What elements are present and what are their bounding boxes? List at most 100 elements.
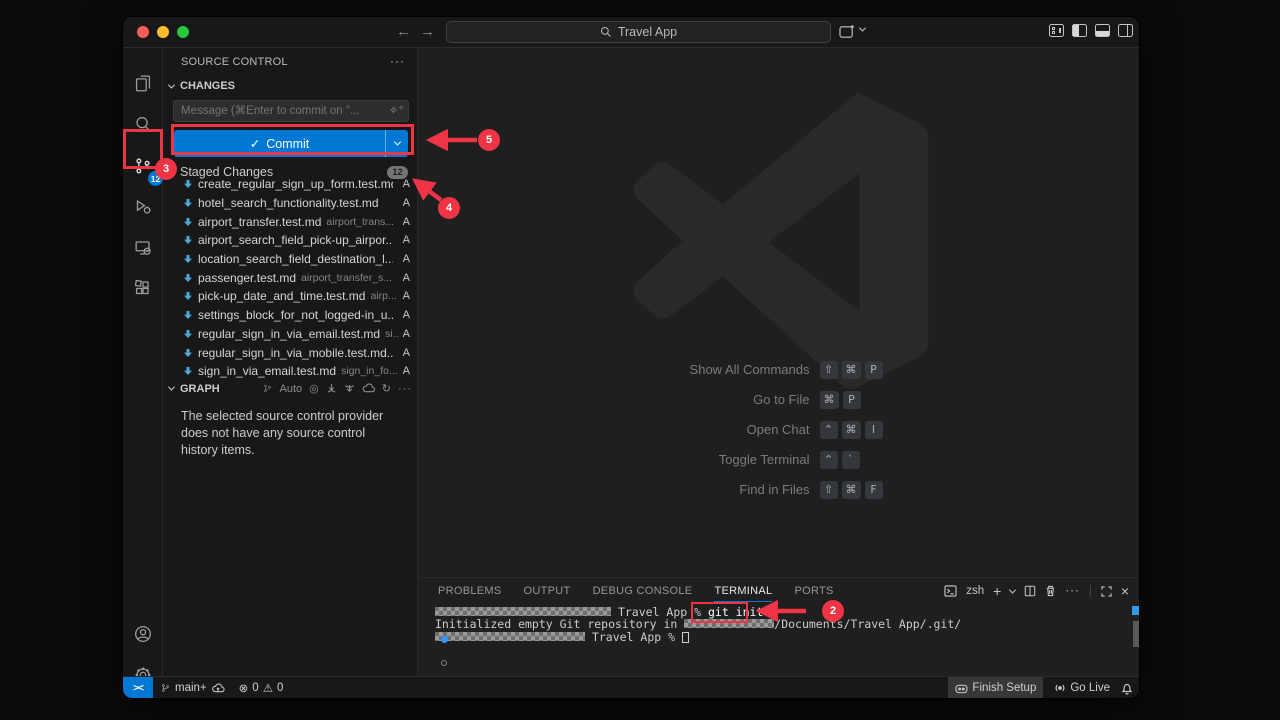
scm-file-row[interactable]: airport_search_field_pick-up_airpor... A: [163, 231, 418, 250]
copilot-chat-button[interactable]: [839, 24, 856, 44]
fetch-icon[interactable]: [326, 383, 337, 394]
chevron-down-icon[interactable]: [860, 24, 865, 34]
target-icon[interactable]: ◎: [309, 382, 319, 395]
file-name: passenger.test.md: [198, 271, 296, 285]
scm-file-row[interactable]: location_search_field_destination_l... A: [163, 250, 418, 269]
git-status-badge: A: [403, 328, 410, 340]
problems-status-item[interactable]: ⊗ 0 ⚠ 0: [232, 677, 291, 699]
toggle-primary-sidebar-icon[interactable]: [1072, 24, 1087, 42]
changes-section-header[interactable]: CHANGES: [169, 80, 235, 92]
graph-more-actions[interactable]: ···: [398, 383, 412, 395]
key-chip: P: [865, 361, 883, 379]
key-chip: ⌘: [820, 391, 839, 409]
source-control-icon[interactable]: 12: [127, 150, 159, 182]
notifications-bell-icon[interactable]: [1121, 682, 1133, 695]
file-name: hotel_search_functionality.test.md: [198, 196, 379, 210]
back-arrow-icon[interactable]: ←: [396, 23, 411, 40]
remote-indicator[interactable]: ><: [123, 677, 153, 699]
zoom-traffic-light[interactable]: [177, 26, 189, 38]
git-status-badge: A: [403, 216, 410, 228]
cloud-icon[interactable]: [362, 383, 375, 394]
git-status-badge: A: [403, 234, 410, 246]
chevron-down-icon: [168, 81, 175, 88]
scrollbar-thumb[interactable]: [1133, 621, 1139, 647]
tab-terminal[interactable]: TERMINAL: [714, 581, 772, 602]
finish-setup-item[interactable]: Finish Setup: [948, 677, 1043, 699]
scm-file-row[interactable]: airport_transfer.test.md airport_trans..…: [163, 212, 418, 231]
file-path: airp...: [370, 290, 397, 302]
scm-file-row[interactable]: create_regular_sign_up_form.test.md A: [163, 175, 418, 194]
panel-more-actions[interactable]: ···: [1065, 585, 1080, 597]
commit-message-input[interactable]: [173, 100, 409, 122]
test-md-file-icon: [183, 235, 193, 245]
generate-commit-message-icon[interactable]: ✧✧: [389, 104, 404, 117]
git-init-command: git init: [708, 605, 763, 619]
toggle-secondary-sidebar-icon[interactable]: [1118, 24, 1133, 42]
customize-layout-icon[interactable]: [1049, 24, 1064, 42]
tab-output[interactable]: OUTPUT: [524, 581, 571, 601]
explorer-icon[interactable]: [127, 67, 159, 99]
split-terminal-icon[interactable]: [1024, 585, 1036, 597]
redacted-prompt: [435, 607, 611, 616]
terminal-scrollbar[interactable]: [1132, 604, 1140, 674]
scm-file-row[interactable]: regular_sign_in_via_email.test.md si... …: [163, 325, 418, 344]
command-success-decoration: [441, 636, 448, 643]
new-terminal-icon[interactable]: +: [993, 583, 1001, 599]
go-live-item[interactable]: Go Live: [1047, 677, 1117, 699]
scm-file-row[interactable]: passenger.test.md airport_transfer_s... …: [163, 268, 418, 287]
test-md-file-icon: [183, 273, 193, 283]
branch-icon: [160, 682, 171, 694]
test-md-file-icon: [183, 179, 193, 189]
close-traffic-light[interactable]: [137, 26, 149, 38]
auto-label[interactable]: Auto: [280, 383, 303, 395]
close-panel-icon[interactable]: ×: [1121, 583, 1129, 599]
remote-explorer-icon[interactable]: [127, 232, 159, 264]
graph-section-header[interactable]: GRAPH Auto ◎ ↻ ···: [169, 382, 412, 395]
account-icon[interactable]: [127, 618, 159, 650]
scm-file-row[interactable]: sign_in_via_email.test.md sign_in_fo... …: [163, 362, 418, 381]
bottom-panel: PROBLEMS OUTPUT DEBUG CONSOLE TERMINAL P…: [418, 577, 1140, 678]
commit-dropdown[interactable]: [385, 130, 408, 157]
errors-count: 0: [252, 682, 258, 694]
file-path: airport_trans...: [326, 216, 397, 228]
test-md-file-icon: [183, 254, 193, 264]
tab-problems[interactable]: PROBLEMS: [438, 581, 502, 601]
run-debug-icon[interactable]: [127, 191, 159, 223]
file-path: airport_transfer_s...: [301, 272, 398, 284]
key-chip: ⌃: [820, 451, 838, 469]
terminal-dropdown-icon[interactable]: [1009, 586, 1016, 593]
maximize-panel-icon[interactable]: [1101, 586, 1112, 597]
branch-icon[interactable]: [262, 383, 273, 394]
pull-icon[interactable]: [344, 383, 355, 394]
search-sidebar-icon[interactable]: [127, 108, 159, 140]
minimize-traffic-light[interactable]: [157, 26, 169, 38]
branch-status-item[interactable]: main+: [153, 677, 232, 699]
scm-file-row[interactable]: pick-up_date_and_time.test.md airp... A: [163, 287, 418, 306]
staged-files-list: create_regular_sign_up_form.test.md A ho…: [163, 175, 418, 381]
shortcut-label: Find in Files: [540, 482, 820, 497]
tab-ports[interactable]: PORTS: [794, 581, 833, 601]
command-center-search[interactable]: Travel App: [446, 21, 831, 43]
scm-file-row[interactable]: hotel_search_functionality.test.md A: [163, 194, 418, 213]
forward-arrow-icon[interactable]: →: [420, 23, 435, 40]
shortcut-row: Toggle Terminal ⌃`: [418, 450, 1140, 469]
scm-file-row[interactable]: regular_sign_in_via_mobile.test.md... A: [163, 343, 418, 362]
scm-file-row[interactable]: settings_block_for_not_logged-in_u... A: [163, 306, 418, 325]
shortcut-row: Open Chat ⌃⌘I: [418, 420, 1140, 439]
shortcut-label: Go to File: [540, 392, 820, 407]
sidebar-more-actions[interactable]: ···: [390, 54, 405, 68]
graph-empty-message: The selected source control provider doe…: [181, 408, 405, 459]
git-status-badge: A: [403, 365, 410, 377]
refresh-icon[interactable]: ↻: [382, 382, 391, 395]
extensions-icon[interactable]: [127, 272, 159, 304]
kill-terminal-icon[interactable]: [1045, 585, 1056, 597]
search-icon: [600, 26, 612, 38]
tab-debug-console[interactable]: DEBUG CONSOLE: [593, 581, 693, 601]
commit-button[interactable]: ✓ Commit: [174, 130, 408, 157]
terminal-output[interactable]: Travel App % git init Initialized empty …: [435, 606, 961, 643]
toggle-panel-icon[interactable]: [1095, 24, 1110, 42]
shortcut-keys: ⇧⌘F: [820, 481, 1020, 499]
terminal-icon: [944, 585, 957, 597]
shortcut-row: Find in Files ⇧⌘F: [418, 480, 1140, 499]
shell-label[interactable]: zsh: [966, 585, 984, 597]
